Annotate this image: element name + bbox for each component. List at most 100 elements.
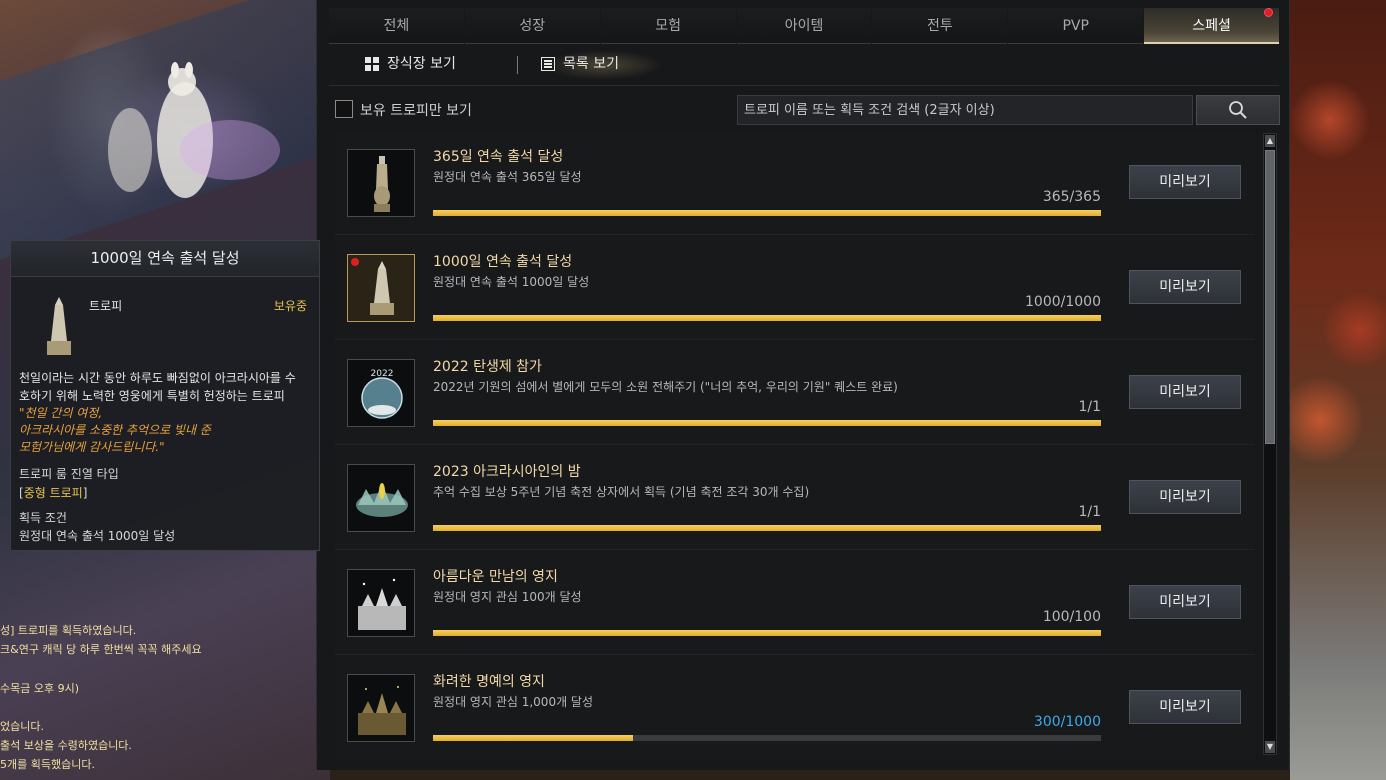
golden-estate-icon xyxy=(358,686,406,735)
tab-label: 전투 xyxy=(926,18,953,34)
tab-item[interactable]: 아이템 xyxy=(736,8,872,44)
progress-bar xyxy=(433,525,1101,531)
trophy-title: 2022 탄생제 참가 xyxy=(433,359,542,375)
owned-only-checkbox[interactable] xyxy=(335,100,353,118)
chat-line: 성] 트로피를 획득하였습니다. xyxy=(0,624,137,637)
filter-row: 보유 트로피만 보기 xyxy=(329,92,1280,128)
trophy-row: 1000일 연속 출석 달성 원정대 연속 출석 1000일 달성 1000/1… xyxy=(335,237,1255,340)
chat-line: 5개를 획득했습니다. xyxy=(0,758,95,771)
tab-all[interactable]: 전체 xyxy=(329,8,464,44)
list-scrollbar[interactable]: ▲ ▼ xyxy=(1263,133,1277,755)
tooltip-title: 1000일 연속 출석 달성 xyxy=(11,241,319,277)
trophy-description: 추억 수집 보상 5주년 기념 축전 상자에서 획득 (기념 축전 조각 30개… xyxy=(433,485,810,499)
trophy-search-input[interactable] xyxy=(737,95,1193,125)
chat-line: 출석 보상을 수령하였습니다. xyxy=(0,739,132,752)
preview-button[interactable]: 미리보기 xyxy=(1129,585,1241,619)
tab-label: 성장 xyxy=(519,18,546,34)
svg-text:2022: 2022 xyxy=(371,369,394,379)
scroll-up-arrow-icon[interactable]: ▲ xyxy=(1265,135,1275,147)
trophy-description: 원정대 영지 관심 100개 달성 xyxy=(433,590,582,604)
trophy-description: 원정대 연속 출석 1000일 달성 xyxy=(433,275,590,289)
castle-estate-icon xyxy=(358,578,406,630)
trophy-description: 2022년 기원의 섬에서 별에게 모두의 소원 전해주기 ("너의 추억, 우… xyxy=(433,380,898,394)
trophy-thumbnail xyxy=(347,569,415,637)
trophy-thumbnail xyxy=(347,464,415,532)
trophy-title: 1000일 연속 출석 달성 xyxy=(433,254,573,270)
progress-fill xyxy=(433,735,634,741)
tooltip-item-type: 트로피 xyxy=(89,299,123,313)
trophy-thumbnail xyxy=(347,254,415,322)
trophy-monument-icon xyxy=(370,261,394,315)
tooltip-quote: "천일 간의 여정, 아크라시아를 소중한 추억으로 빛내 준 모험가님에게 감… xyxy=(19,405,315,456)
progress-fill xyxy=(433,630,1101,636)
list-view-label: 목록 보기 xyxy=(563,56,619,72)
preview-button[interactable]: 미리보기 xyxy=(1129,375,1241,409)
progress-fill xyxy=(433,210,1101,216)
progress-bar xyxy=(433,210,1101,216)
tooltip-display-type-label: 트로피 룸 진열 타입 xyxy=(19,467,119,481)
tab-label: PVP xyxy=(1062,18,1089,34)
new-badge-dot xyxy=(351,258,359,266)
trophy-progress-count: 365/365 xyxy=(1042,189,1101,205)
trophy-row: 화려한 명예의 영지 원정대 영지 관심 1,000개 달성 300/1000 … xyxy=(335,657,1255,758)
tab-label: 전체 xyxy=(383,18,410,34)
progress-bar xyxy=(433,630,1101,636)
trophy-progress-count: 100/100 xyxy=(1042,609,1101,625)
trophy-thumbnail xyxy=(347,149,415,217)
progress-bar xyxy=(433,315,1101,321)
snow-globe-icon: 2022 xyxy=(361,369,403,419)
list-view-button[interactable]: 목록 보기 xyxy=(541,46,619,82)
trophy-progress-count: 1000/1000 xyxy=(1025,294,1101,310)
preview-button[interactable]: 미리보기 xyxy=(1129,480,1241,514)
tooltip-condition-label: 획득 조건 xyxy=(19,511,67,525)
progress-bar xyxy=(433,420,1101,426)
tooltip-quote-line: 모험가님에게 감사드립니다." xyxy=(19,440,165,454)
trophy-row: 아름다운 만남의 영지 원정대 영지 관심 100개 달성 100/100 미리… xyxy=(335,552,1255,655)
trophy-row: 2022 2022 탄생제 참가 2022년 기원의 섬에서 별에게 모두의 소… xyxy=(335,342,1255,445)
trophy-panel: 전체 성장 모험 아이템 전투 PVP 스페셜 장식장 보기 목록 보기 보유 … xyxy=(316,0,1290,770)
scroll-down-arrow-icon[interactable]: ▼ xyxy=(1265,741,1275,753)
trophy-description: 원정대 연속 출석 365일 달성 xyxy=(433,170,582,184)
chat-line: 크&연구 캐릭 당 하루 한번씩 꼭꼭 해주세요 xyxy=(0,643,202,656)
list-icon xyxy=(541,57,555,71)
trophy-title: 아름다운 만남의 영지 xyxy=(433,569,558,585)
crystal-crown-icon xyxy=(356,483,408,517)
trophy-list: 365일 연속 출석 달성 원정대 연속 출석 365일 달성 365/365 … xyxy=(335,132,1255,758)
tab-adventure[interactable]: 모험 xyxy=(600,8,736,44)
trophy-progress-count: 1/1 xyxy=(1078,504,1101,520)
tooltip-display-type-value: [중형 트로피] xyxy=(19,486,88,500)
tooltip-display-type-inner: 중형 트로피 xyxy=(23,486,83,500)
category-tabs: 전체 성장 모험 아이템 전투 PVP 스페셜 xyxy=(329,8,1280,44)
trophy-monument-icon xyxy=(47,297,71,355)
tab-label: 스페셜 xyxy=(1192,18,1231,34)
preview-button[interactable]: 미리보기 xyxy=(1129,165,1241,199)
trophy-thumbnail xyxy=(347,674,415,742)
showcase-view-label: 장식장 보기 xyxy=(387,56,456,72)
trophy-row: 365일 연속 출석 달성 원정대 연속 출석 365일 달성 365/365 … xyxy=(335,132,1255,235)
progress-fill xyxy=(433,525,1101,531)
scroll-thumb[interactable] xyxy=(1265,150,1275,444)
notification-dot xyxy=(1264,8,1274,17)
trophy-row: 2023 아크라시아인의 밤 추억 수집 보상 5주년 기념 축전 상자에서 획… xyxy=(335,447,1255,550)
trophy-thumbnail: 2022 xyxy=(347,359,415,427)
tooltip-condition-value: 원정대 연속 출석 1000일 달성 xyxy=(19,529,176,543)
tab-pvp[interactable]: PVP xyxy=(1008,8,1144,44)
tooltip-quote-line: 아크라시아를 소중한 추억으로 빛내 준 xyxy=(19,423,211,437)
owned-only-label[interactable]: 보유 트로피만 보기 xyxy=(360,100,472,120)
preview-button[interactable]: 미리보기 xyxy=(1129,690,1241,724)
tab-growth[interactable]: 성장 xyxy=(464,8,600,44)
trophy-title: 화려한 명예의 영지 xyxy=(433,674,545,690)
search-button[interactable] xyxy=(1196,95,1280,125)
view-separator xyxy=(517,56,518,74)
tab-special[interactable]: 스페셜 xyxy=(1144,8,1280,44)
tooltip-desc-line: 천일이라는 시간 동안 하루도 빠짐없이 아크라시아를 수 xyxy=(19,371,296,385)
trophy-progress-count: 300/1000 xyxy=(1033,714,1101,730)
preview-button[interactable]: 미리보기 xyxy=(1129,270,1241,304)
trophy-title: 365일 연속 출석 달성 xyxy=(433,149,564,165)
tooltip-description: 천일이라는 시간 동안 하루도 빠짐없이 아크라시아를 수 호하기 위해 노력한… xyxy=(19,369,315,405)
tab-label: 아이템 xyxy=(784,18,824,34)
tab-combat[interactable]: 전투 xyxy=(872,8,1008,44)
progress-fill xyxy=(433,315,1101,321)
showcase-view-button[interactable]: 장식장 보기 xyxy=(365,46,456,82)
trophy-tooltip: 1000일 연속 출석 달성 트로피 보유중 천일이라는 시간 동안 하루도 빠… xyxy=(10,240,320,551)
